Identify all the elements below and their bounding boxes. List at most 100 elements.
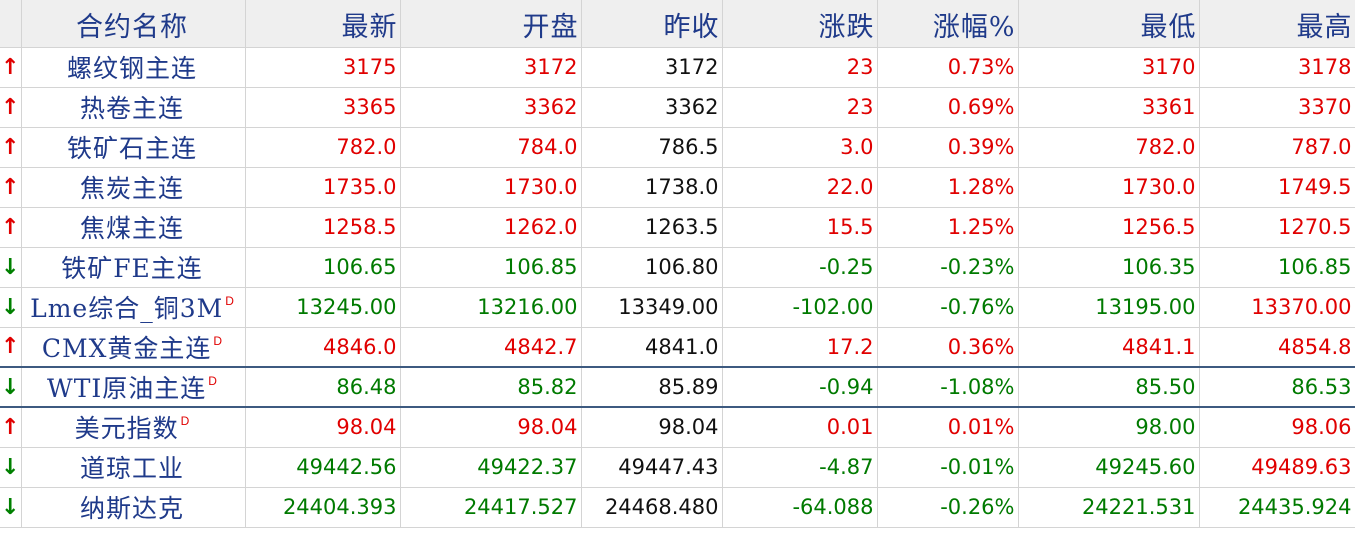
arrow-up-icon: ↑ (0, 127, 22, 168)
cell-high: 106.85 (1199, 247, 1355, 288)
cell-low: 85.50 (1018, 366, 1200, 408)
cell-change: -64.088 (722, 487, 878, 528)
cell-change: 23 (722, 47, 878, 88)
table-row[interactable]: ↓ 纳斯达克 24404.393 24417.527 24468.480 -64.088-… (0, 487, 1355, 528)
table-row[interactable]: ↓ Lme综合_铜3M D 13245.00 13216.00 13349.00 -102.… (0, 287, 1355, 328)
contract-name-cell[interactable]: Lme综合_铜3M D (21, 287, 246, 328)
cell-low: 4841.1 (1018, 327, 1200, 368)
contract-name-cell[interactable]: WTI原油主连 D (21, 366, 246, 408)
table-row[interactable]: ↑ 焦炭主连 1735.0 1730.0 1738.0 22.0 1.28% 1730.0 17… (0, 167, 1355, 208)
cell-high: 1749.5 (1199, 167, 1355, 208)
cell-pct: -0.01% (877, 447, 1019, 488)
cell-prev: 49447.43 (581, 447, 723, 488)
contract-name-cell[interactable]: 焦炭主连 (21, 167, 246, 208)
cell-high: 3178 (1199, 47, 1355, 88)
cell-pct: -0.76% (877, 287, 1019, 328)
cell-open: 1730.0 (400, 167, 582, 208)
table-row[interactable]: ↑ 美元指数 D 98.04 98.04 98.04 0.01 0.01% 98.00 98.06 (0, 407, 1355, 448)
contract-name-cell[interactable]: 铁矿FE主连 (21, 247, 246, 288)
cell-open: 3362 (400, 87, 582, 128)
cell-last: 24404.393 (245, 487, 401, 528)
cell-low: 3170 (1018, 47, 1200, 88)
cell-high: 86.53 (1199, 366, 1355, 408)
header-row: 合约名称 最新 开盘 昨收 涨跌 涨幅% 最低 最高 (0, 0, 1355, 48)
cell-last: 3365 (245, 87, 401, 128)
cell-low: 782.0 (1018, 127, 1200, 168)
contract-name: 铁矿FE主连 (61, 254, 203, 283)
contract-name-cell[interactable]: 铁矿石主连 (21, 127, 246, 168)
header-low[interactable]: 最低 (1018, 0, 1200, 48)
contract-name-cell[interactable]: 美元指数 D (21, 407, 246, 448)
table-row[interactable]: ↑ CMX黄金主连 D 4846.0 4842.7 4841.0 17.2 0.36% 4841… (0, 327, 1355, 368)
cell-pct: 0.69% (877, 87, 1019, 128)
cell-low: 3361 (1018, 87, 1200, 128)
cell-prev: 786.5 (581, 127, 723, 168)
delayed-marker: D (225, 294, 234, 308)
cell-prev: 24468.480 (581, 487, 723, 528)
contract-name-cell[interactable]: 螺纹钢主连 (21, 47, 246, 88)
cell-change: 3.0 (722, 127, 878, 168)
cell-last: 782.0 (245, 127, 401, 168)
cell-open: 4842.7 (400, 327, 582, 368)
delayed-marker: D (213, 333, 223, 348)
cell-open: 49422.37 (400, 447, 582, 488)
cell-low: 24221.531 (1018, 487, 1200, 528)
cell-last: 1735.0 (245, 167, 401, 208)
contract-name: WTI原油主连 (47, 374, 207, 403)
cell-change: -102.00 (722, 287, 878, 328)
cell-pct: 1.28% (877, 167, 1019, 208)
cell-low: 98.00 (1018, 407, 1200, 448)
cell-last: 86.48 (245, 366, 401, 408)
cell-change: 15.5 (722, 207, 878, 248)
contract-name: 螺纹钢主连 (66, 54, 197, 83)
table-row[interactable]: ↓ 铁矿FE主连 106.65 106.85 106.80 -0.25 -0.23% 106.… (0, 247, 1355, 288)
table-row[interactable]: ↑ 焦煤主连 1258.5 1262.0 1263.5 15.5 1.25% 1256.5 12… (0, 207, 1355, 248)
header-high[interactable]: 最高 (1199, 0, 1355, 48)
table-row[interactable]: ↓ WTI原油主连 D 86.48 85.82 85.89 -0.94 -1.08% 85.50… (0, 366, 1355, 408)
table-row[interactable]: ↑ 螺纹钢主连 3175 3172 3172 23 0.73% 3170 3178 (0, 47, 1355, 88)
cell-high: 787.0 (1199, 127, 1355, 168)
cell-last: 98.04 (245, 407, 401, 448)
arrow-up-icon: ↑ (0, 327, 22, 368)
quote-rows: ↑ 螺纹钢主连 3175 3172 3172 23 0.73% 3170 3178 ↑ 热卷主连 33… (0, 47, 1355, 528)
contract-name-cell[interactable]: 纳斯达克 (21, 487, 246, 528)
cell-change: -0.25 (722, 247, 878, 288)
cell-open: 13216.00 (400, 287, 582, 328)
header-name[interactable]: 合约名称 (21, 0, 246, 48)
arrow-down-icon: ↓ (0, 287, 22, 328)
header-last[interactable]: 最新 (245, 0, 401, 48)
cell-high: 49489.63 (1199, 447, 1355, 488)
cell-pct: 0.36% (877, 327, 1019, 368)
contract-name-cell[interactable]: CMX黄金主连 D (21, 327, 246, 368)
header-prev[interactable]: 昨收 (581, 0, 723, 48)
contract-name-cell[interactable]: 道琼工业 (21, 447, 246, 488)
contract-name: 热卷主连 (79, 94, 184, 123)
cell-low: 106.35 (1018, 247, 1200, 288)
arrow-up-icon: ↑ (0, 87, 22, 128)
table-row[interactable]: ↑ 热卷主连 3365 3362 3362 23 0.69% 3361 3370 (0, 87, 1355, 128)
contract-name: Lme综合_铜3M (30, 294, 224, 323)
header-open[interactable]: 开盘 (400, 0, 582, 48)
cell-open: 98.04 (400, 407, 582, 448)
cell-prev: 1738.0 (581, 167, 723, 208)
header-pct[interactable]: 涨幅% (877, 0, 1019, 48)
cell-prev: 4841.0 (581, 327, 723, 368)
header-change[interactable]: 涨跌 (722, 0, 878, 48)
table-row[interactable]: ↓ 道琼工业 49442.56 49422.37 49447.43 -4.87 -0.01%… (0, 447, 1355, 488)
cell-change: 0.01 (722, 407, 878, 448)
contract-name-cell[interactable]: 热卷主连 (21, 87, 246, 128)
table-row[interactable]: ↑ 铁矿石主连 782.0 784.0 786.5 3.0 0.39% 782.0 787.0 (0, 127, 1355, 168)
cell-low: 13195.00 (1018, 287, 1200, 328)
contract-name: 纳斯达克 (79, 494, 184, 523)
cell-prev: 3172 (581, 47, 723, 88)
cell-pct: 0.39% (877, 127, 1019, 168)
arrow-down-icon: ↓ (0, 447, 22, 488)
contract-name-cell[interactable]: 焦煤主连 (21, 207, 246, 248)
delayed-marker: D (208, 374, 217, 388)
cell-pct: -0.26% (877, 487, 1019, 528)
cell-last: 13245.00 (245, 287, 401, 328)
cell-prev: 98.04 (581, 407, 723, 448)
cell-last: 4846.0 (245, 327, 401, 368)
cell-change: 17.2 (722, 327, 878, 368)
contract-name: 焦煤主连 (79, 214, 184, 243)
